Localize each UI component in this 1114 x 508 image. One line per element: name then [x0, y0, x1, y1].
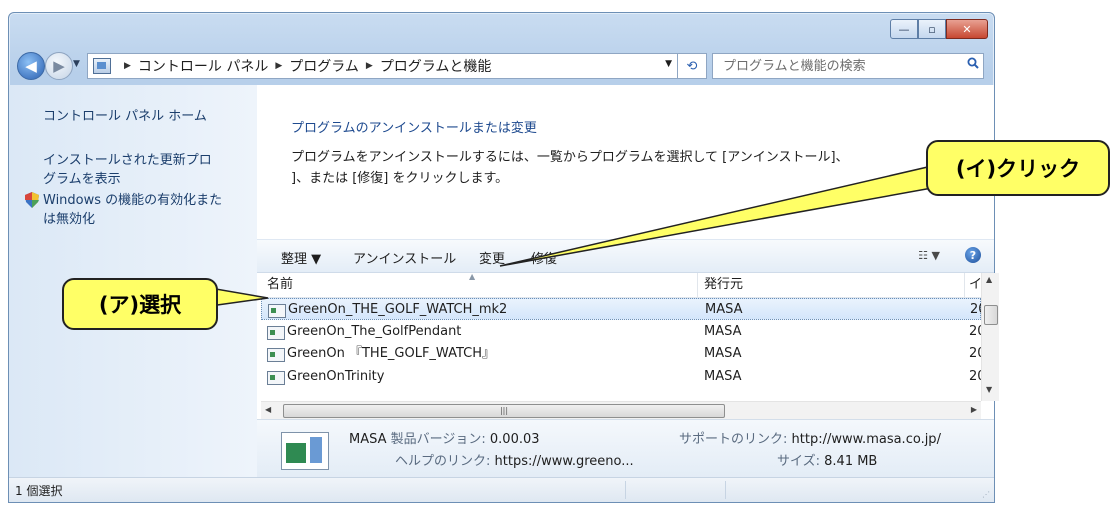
- select-callout-pointer: [209, 287, 269, 307]
- click-callout: (イ)クリック: [926, 140, 1110, 196]
- callout-pointers: [209, 165, 933, 307]
- select-callout: (ア)選択: [62, 278, 218, 330]
- click-callout-pointer: [499, 165, 933, 267]
